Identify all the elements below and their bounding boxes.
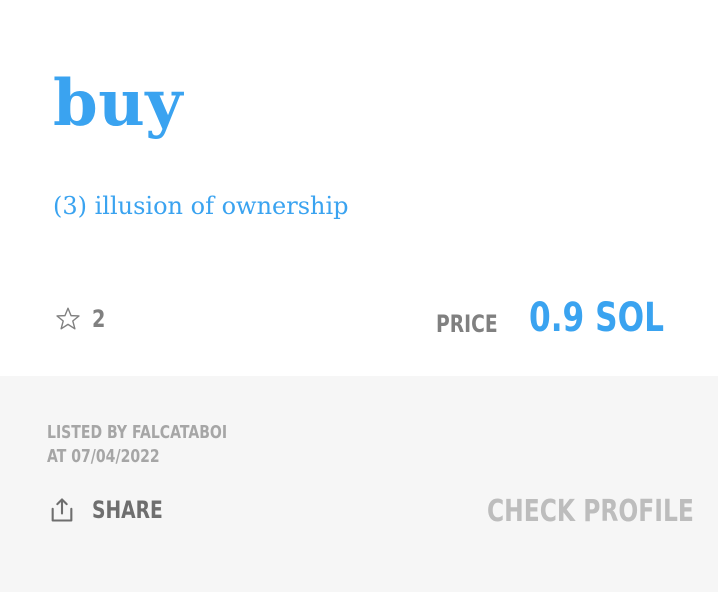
- listed-by-text: LISTED BY FALCATABOI: [47, 422, 228, 443]
- word-definition: (3) illusion of ownership: [53, 192, 349, 220]
- word-title: buy: [53, 66, 183, 141]
- listing-card: buy (3) illusion of ownership 2 PRICE 0.…: [0, 0, 718, 592]
- price-value: 0.9 SOL: [529, 295, 665, 341]
- price-label: PRICE: [436, 310, 498, 338]
- share-label: SHARE: [92, 496, 163, 524]
- star-outline-icon: [56, 307, 80, 330]
- favorite-button[interactable]: 2: [54, 305, 109, 333]
- share-button[interactable]: SHARE: [48, 496, 183, 524]
- card-top-section: buy (3) illusion of ownership 2 PRICE 0.…: [0, 0, 718, 376]
- favorite-count: 2: [92, 305, 106, 333]
- check-profile-button[interactable]: CHECK PROFILE: [487, 494, 694, 529]
- card-footer: LISTED BY FALCATABOI AT 07/04/2022 SHARE…: [0, 376, 718, 592]
- share-icon: [51, 498, 73, 522]
- listed-date-text: AT 07/04/2022: [47, 446, 160, 467]
